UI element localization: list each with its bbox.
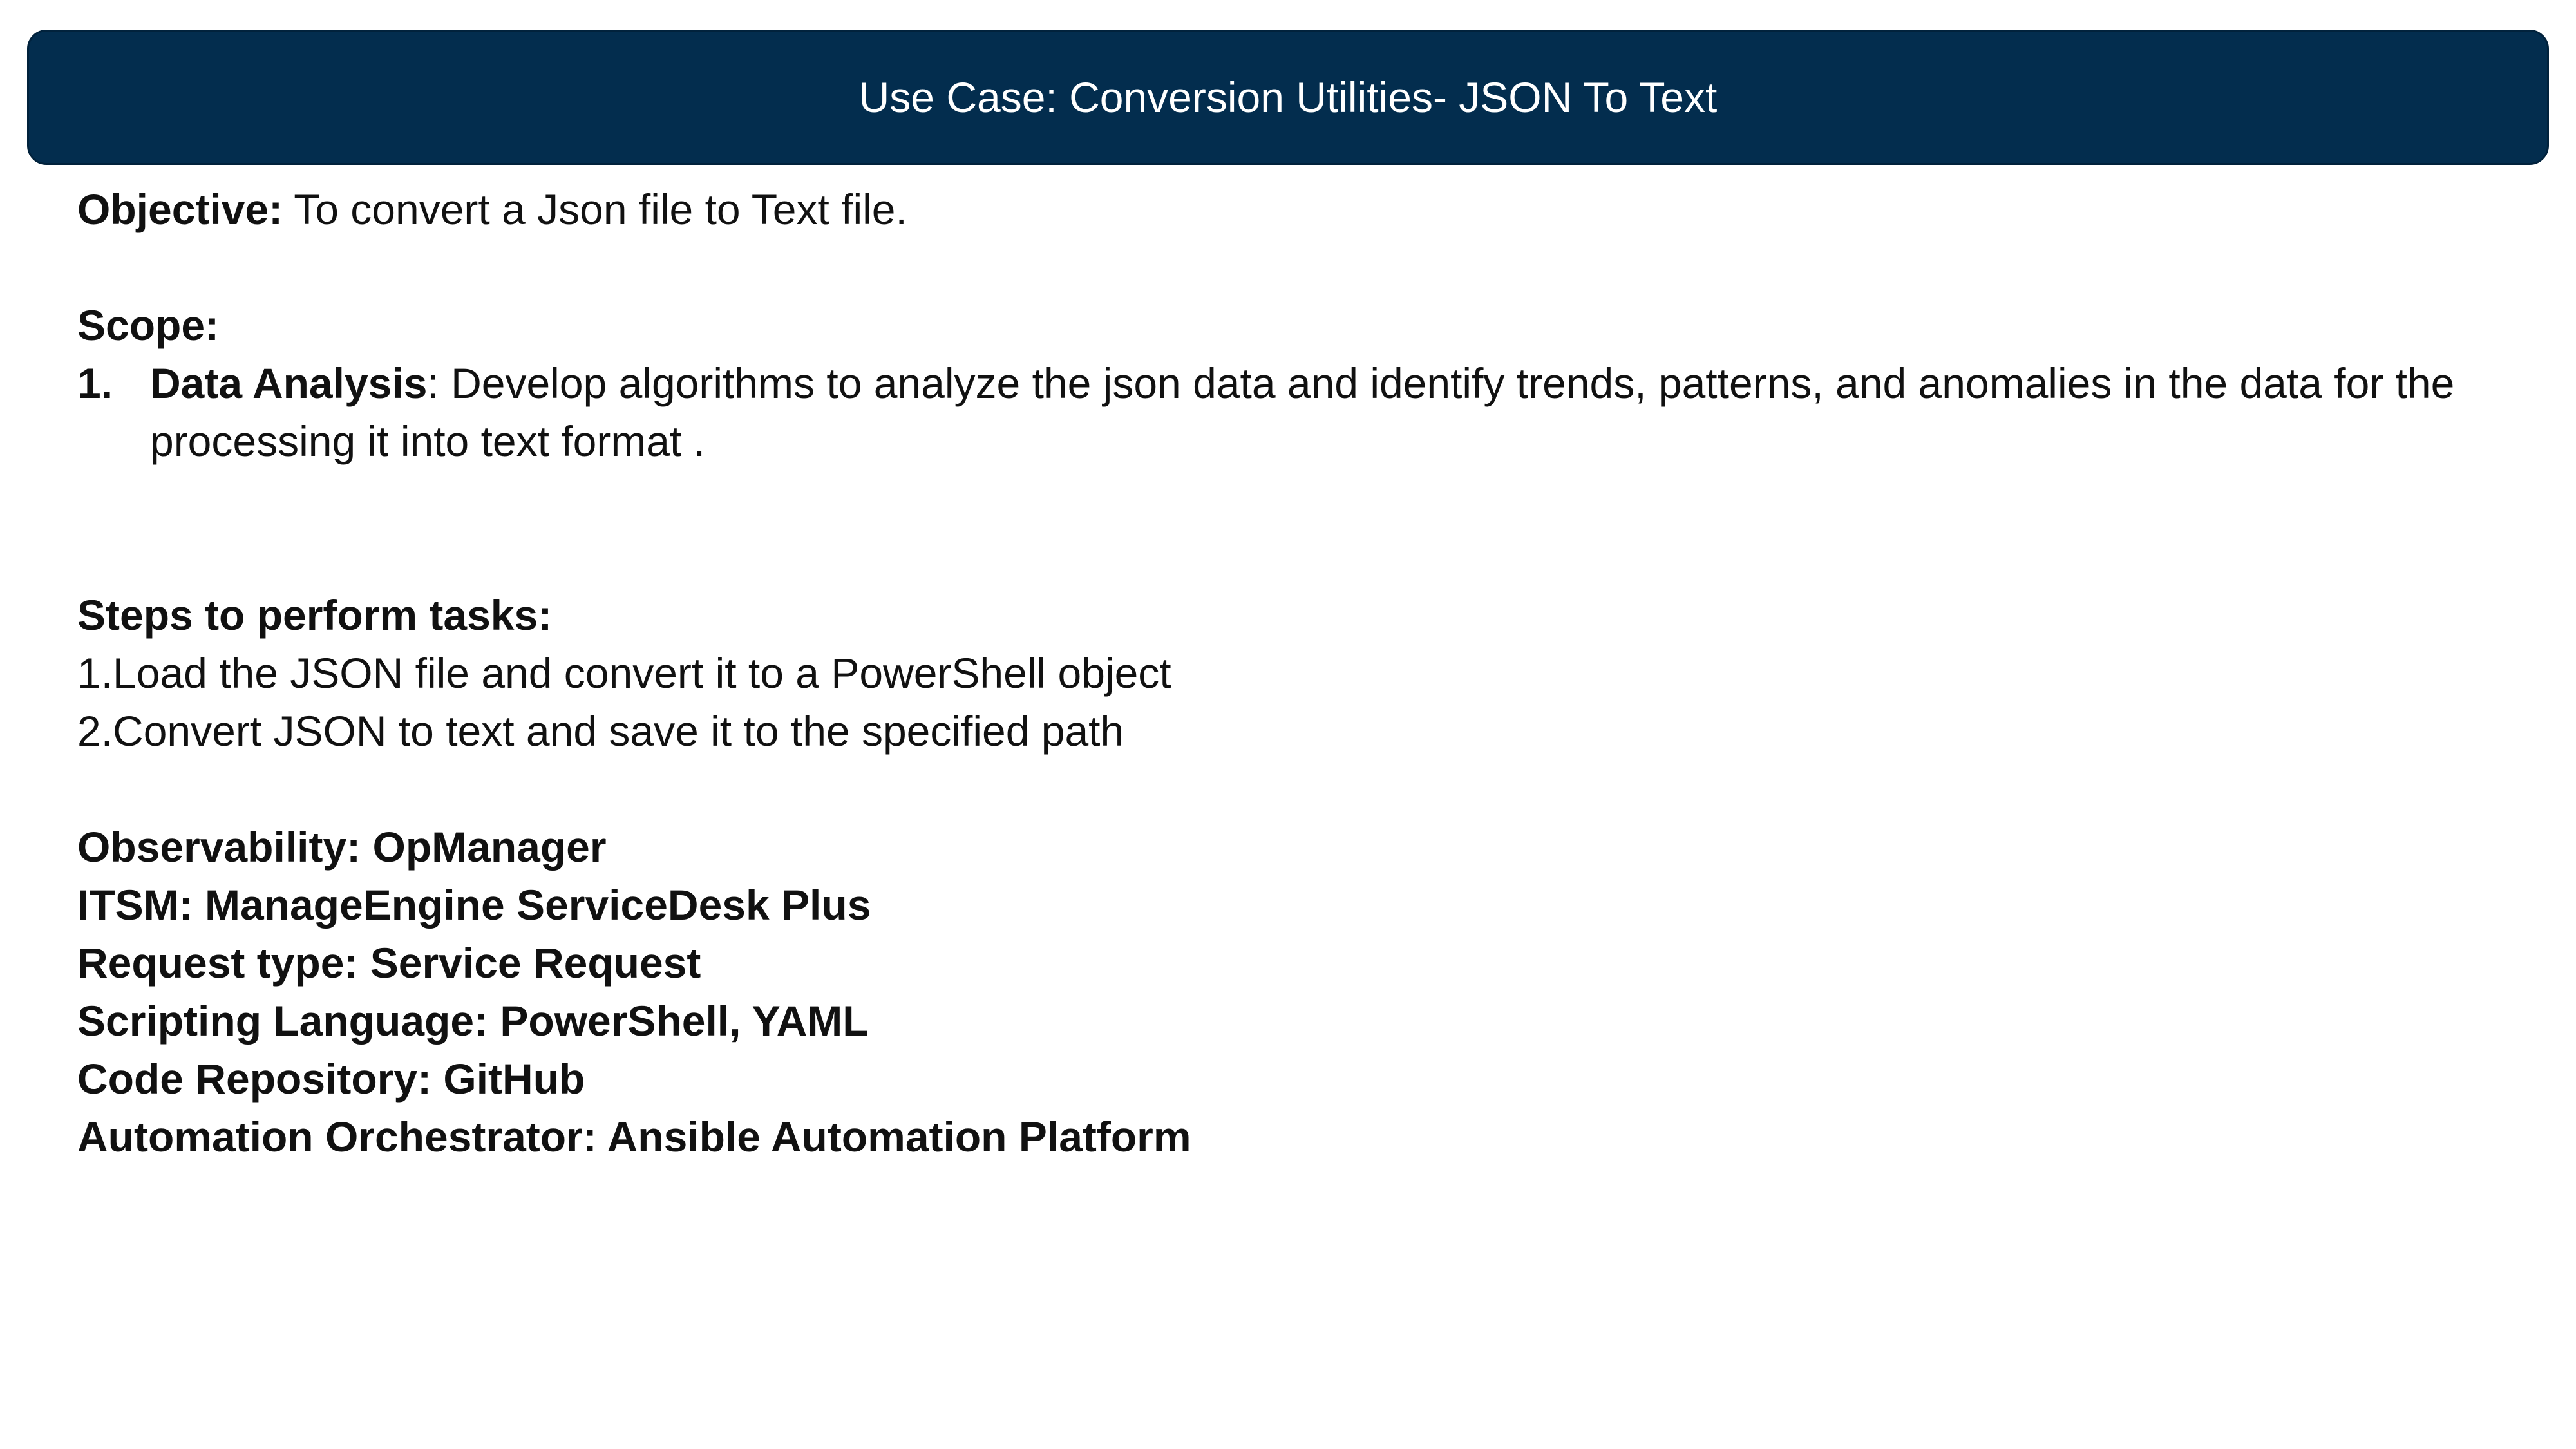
- scope-heading: Scope:: [77, 301, 220, 349]
- step-item: 1.Load the JSON file and convert it to a…: [77, 649, 1171, 697]
- objective-line: Objective: To convert a Json file to Tex…: [77, 180, 2512, 238]
- detail-automation-orchestrator: Automation Orchestrator: Ansible Automat…: [77, 1113, 1191, 1160]
- scope-item-body: Data Analysis: Develop algorithms to ana…: [150, 354, 2512, 470]
- detail-request-type: Request type: Service Request: [77, 939, 701, 987]
- objective-label: Objective:: [77, 185, 283, 233]
- scope-item-title: Data Analysis: [150, 359, 428, 407]
- steps-heading: Steps to perform tasks:: [77, 591, 553, 639]
- scope-list-item: 1. Data Analysis: Develop algorithms to …: [77, 354, 2512, 470]
- detail-scripting-language: Scripting Language: PowerShell, YAML: [77, 997, 869, 1045]
- scope-item-text: : Develop algorithms to analyze the json…: [150, 359, 2455, 465]
- scope-item-number: 1.: [77, 359, 113, 407]
- page-title: Use Case: Conversion Utilities- JSON To …: [858, 73, 1718, 121]
- detail-code-repository: Code Repository: GitHub: [77, 1055, 585, 1103]
- title-banner: Use Case: Conversion Utilities- JSON To …: [27, 30, 2549, 165]
- objective-text: To convert a Json file to Text file.: [283, 185, 907, 233]
- detail-itsm: ITSM: ManageEngine ServiceDesk Plus: [77, 881, 871, 929]
- slide-content: Objective: To convert a Json file to Tex…: [77, 180, 2512, 1166]
- detail-observability: Observability: OpManager: [77, 823, 607, 871]
- step-item: 2.Convert JSON to text and save it to th…: [77, 707, 1124, 755]
